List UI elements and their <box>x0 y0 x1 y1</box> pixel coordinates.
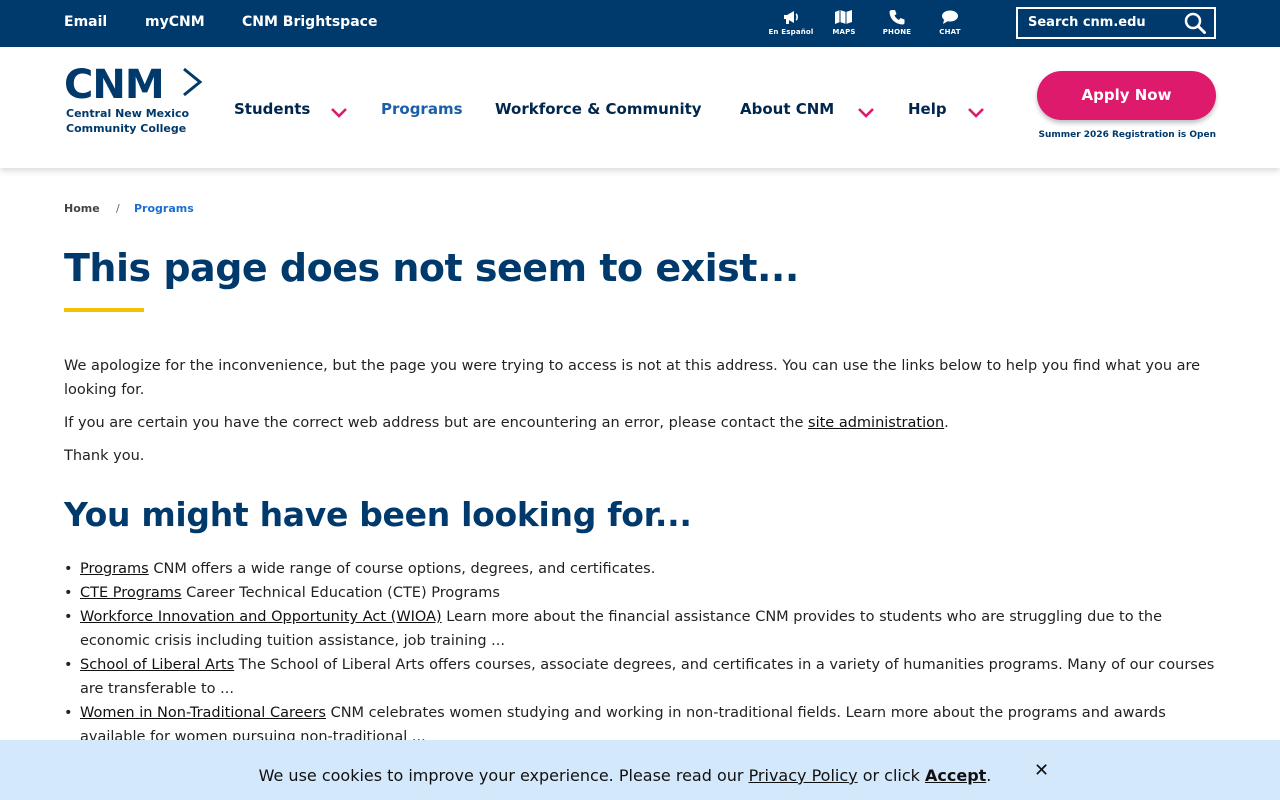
logo-chevron-icon <box>182 67 204 101</box>
registration-note[interactable]: Summer 2026 Registration is Open <box>1020 130 1216 140</box>
top-utility-bar: Email myCNM CNM Brightspace En Español M… <box>0 0 1280 47</box>
logo-line-1: Central New Mexico <box>66 107 190 120</box>
result-link-liberal-arts[interactable]: School of Liberal Arts <box>80 657 234 673</box>
phone-label: PHONE <box>882 28 912 36</box>
bullet: • <box>64 657 73 673</box>
bullet: • <box>64 585 73 601</box>
logo-line-2: Community College <box>66 122 187 135</box>
contact-paragraph: If you are certain you have the correct … <box>64 411 1220 435</box>
list-item: • Workforce Innovation and Opportunity Ac… <box>64 605 1220 653</box>
help-chevron-down-icon[interactable] <box>967 104 985 123</box>
page-title: This page does not seem to exist... <box>64 246 799 290</box>
result-description: Career Technical Education (CTE) Program… <box>181 585 500 601</box>
students-chevron-down-icon[interactable] <box>330 104 348 123</box>
breadcrumb-home[interactable]: Home <box>64 202 100 215</box>
thank-you-text: Thank you. <box>64 448 145 464</box>
chat-icon <box>922 9 978 25</box>
cookie-text-end: . <box>986 766 992 785</box>
cookie-text-middle: or click <box>857 766 925 785</box>
accept-cookies-link[interactable]: Accept <box>925 766 986 785</box>
phone-link[interactable]: PHONE <box>869 9 925 36</box>
cnm-logo[interactable]: CNM Central New Mexico Community College <box>64 65 209 140</box>
logo-mark: CNM <box>64 62 165 108</box>
en-espanol-label: En Español <box>768 28 814 36</box>
result-link-programs[interactable]: Programs <box>80 561 149 577</box>
chat-label: CHAT <box>939 28 961 36</box>
list-item: • School of Liberal Arts The School of Li… <box>64 653 1220 701</box>
bullet: • <box>64 609 73 625</box>
apology-paragraph: We apologize for the inconvenience, but … <box>64 358 1201 398</box>
chat-link[interactable]: CHAT <box>922 9 978 36</box>
nav-workforce-community[interactable]: Workforce & Community <box>495 100 702 118</box>
suggestions-list: • Programs CNM offers a wide range of cou… <box>64 557 1220 749</box>
list-item: • CTE Programs Career Technical Education… <box>64 581 1220 605</box>
search-label: Search cnm.edu <box>1028 15 1146 30</box>
megaphone-icon <box>763 9 819 25</box>
mycnm-link[interactable]: myCNM <box>145 14 205 30</box>
cookie-message: We use cookies to improve your experienc… <box>0 766 1250 785</box>
map-icon <box>816 9 872 25</box>
result-link-women-nontraditional[interactable]: Women in Non-Traditional Careers <box>80 705 326 721</box>
cnm-brightspace-link[interactable]: CNM Brightspace <box>242 14 377 30</box>
result-description: CNM offers a wide range of course option… <box>148 561 656 577</box>
site-administration-link[interactable]: site administration <box>808 415 944 431</box>
about-chevron-down-icon[interactable] <box>857 104 875 123</box>
nav-students[interactable]: Students <box>234 100 310 118</box>
bullet: • <box>64 561 73 577</box>
contact-text-end: . <box>944 415 949 431</box>
breadcrumb-current[interactable]: Programs <box>134 202 194 215</box>
result-link-wioa[interactable]: Workforce Innovation and Opportunity Act… <box>80 609 442 625</box>
phone-icon <box>869 9 925 25</box>
suggestions-heading: You might have been looking for... <box>64 495 692 534</box>
cookie-text: We use cookies to improve your experienc… <box>258 766 749 785</box>
nav-about-cnm[interactable]: About CNM <box>740 100 834 118</box>
apply-now-button[interactable]: Apply Now <box>1037 71 1216 120</box>
maps-link[interactable]: MAPS <box>816 9 872 36</box>
nav-help[interactable]: Help <box>908 100 947 118</box>
search-icon[interactable] <box>1184 12 1206 38</box>
nav-programs[interactable]: Programs <box>381 100 463 118</box>
result-description: The School of Liberal Arts offers course… <box>80 657 1215 697</box>
title-accent-bar <box>64 308 144 312</box>
privacy-policy-link[interactable]: Privacy Policy <box>749 766 858 785</box>
en-espanol-link[interactable]: En Español <box>763 9 819 36</box>
list-item: • Programs CNM offers a wide range of cou… <box>64 557 1220 581</box>
close-icon[interactable]: ✕ <box>1034 760 1049 781</box>
site-header: CNM Central New Mexico Community College… <box>0 47 1280 168</box>
email-link[interactable]: Email <box>64 14 107 30</box>
search-box[interactable]: Search cnm.edu <box>1016 7 1216 39</box>
maps-label: MAPS <box>832 28 856 36</box>
cookie-banner: We use cookies to improve your experienc… <box>0 740 1280 800</box>
result-link-cte-programs[interactable]: CTE Programs <box>80 585 182 601</box>
contact-text: If you are certain you have the correct … <box>64 415 809 431</box>
breadcrumb-separator: / <box>116 202 120 215</box>
bullet: • <box>64 705 73 721</box>
